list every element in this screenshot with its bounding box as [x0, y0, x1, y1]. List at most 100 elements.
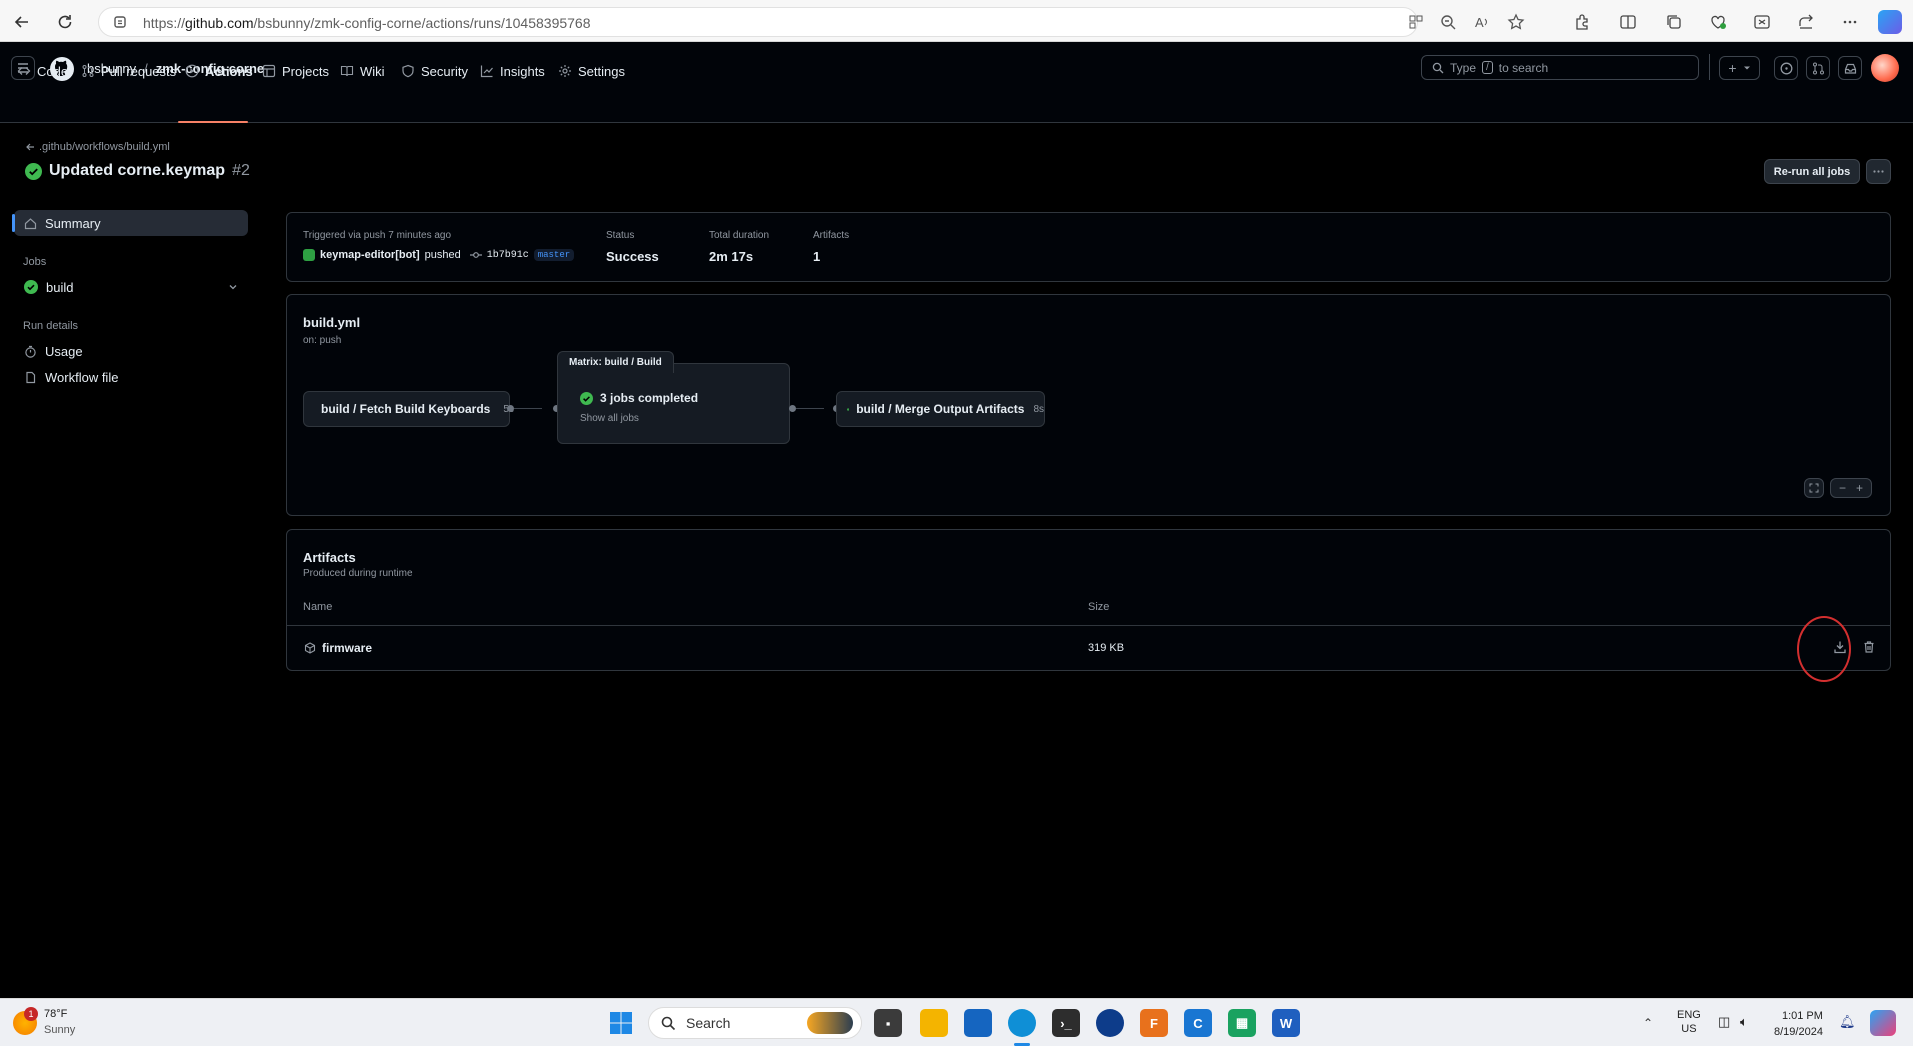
- package-icon: [304, 642, 316, 654]
- tab-wiki[interactable]: Wiki: [340, 62, 385, 80]
- pull-requests-header-icon[interactable]: [1806, 56, 1830, 80]
- browser-essentials-icon[interactable]: [1709, 13, 1727, 31]
- artifacts-subtitle: Produced during runtime: [303, 568, 413, 579]
- commit-icon: [469, 252, 482, 258]
- commit-sha[interactable]: 1b7b91c: [487, 250, 529, 261]
- inbox-icon[interactable]: [1838, 56, 1862, 80]
- sidebar-item-workflow-file[interactable]: Workflow file: [14, 364, 248, 390]
- tab-security[interactable]: Security: [401, 62, 468, 80]
- address-bar[interactable]: https://github.com/bsbunny/zmk-config-co…: [98, 7, 1525, 37]
- tab-pull-requests[interactable]: Pull requests: [81, 62, 176, 80]
- wifi-icon[interactable]: ◫: [1718, 1014, 1730, 1030]
- fullscreen-icon[interactable]: [1804, 478, 1824, 498]
- refresh-icon[interactable]: [52, 9, 78, 35]
- matrix-status[interactable]: 3 jobs completed: [580, 391, 698, 405]
- tab-security-label: Security: [421, 63, 468, 79]
- favorite-star-icon[interactable]: [1507, 13, 1525, 31]
- sidebar-item-usage[interactable]: Usage: [14, 338, 248, 364]
- tab-settings[interactable]: Settings: [558, 62, 625, 80]
- tab-actions-label: Actions: [205, 63, 253, 79]
- trash-icon[interactable]: [1862, 640, 1876, 654]
- sidebar-item-build[interactable]: build: [14, 274, 248, 300]
- zoom-in-icon[interactable]: +: [1856, 481, 1863, 495]
- status-label: Status: [606, 230, 635, 241]
- edge-browser-icon[interactable]: [1008, 1009, 1036, 1037]
- back-to-workflow-link[interactable]: .github/workflows/build.yml: [25, 141, 170, 153]
- microsoft-store-icon[interactable]: [964, 1009, 992, 1037]
- more-options-icon[interactable]: [1841, 13, 1859, 31]
- collections-icon[interactable]: [1665, 13, 1683, 31]
- artifact-name-link[interactable]: firmware: [322, 641, 372, 655]
- zoom-out-icon[interactable]: −: [1839, 481, 1846, 495]
- job-label: build / Fetch Build Keyboards: [321, 402, 491, 416]
- run-options-kebab-icon[interactable]: [1866, 159, 1891, 184]
- home-icon: [24, 217, 37, 229]
- terminal-icon[interactable]: ›_: [1052, 1009, 1080, 1037]
- tab-actions[interactable]: Actions: [185, 62, 253, 80]
- app-available-icon[interactable]: [1407, 13, 1425, 31]
- spreadsheet-app-icon[interactable]: ▦: [1228, 1009, 1256, 1037]
- run-title: Updated corne.keymap #2: [25, 162, 250, 180]
- word-icon[interactable]: W: [1272, 1009, 1300, 1037]
- zoom-icon[interactable]: [1439, 13, 1457, 31]
- back-icon[interactable]: [9, 9, 35, 35]
- split-screen-icon[interactable]: [1619, 13, 1637, 31]
- read-aloud-icon[interactable]: A: [1473, 13, 1491, 31]
- tray-chevron-up-icon[interactable]: ⌃: [1643, 1016, 1653, 1030]
- language-indicator[interactable]: ENG US: [1677, 1008, 1701, 1036]
- file-explorer-icon[interactable]: [920, 1009, 948, 1037]
- job-duration: 8s: [1033, 403, 1044, 415]
- copilot-icon[interactable]: [1878, 10, 1902, 34]
- sidebar-build-label: build: [46, 279, 74, 295]
- site-info-icon[interactable]: [113, 15, 127, 29]
- plus-icon: +: [1728, 60, 1737, 76]
- tab-insights[interactable]: Insights: [480, 62, 545, 80]
- show-all-jobs-link[interactable]: Show all jobs: [580, 413, 639, 424]
- branch-badge[interactable]: master: [533, 249, 575, 261]
- c-app-icon[interactable]: C: [1184, 1009, 1212, 1037]
- screenshot-icon[interactable]: [1753, 13, 1771, 31]
- header-divider: [1709, 54, 1710, 80]
- duration-label: Total duration: [709, 230, 770, 241]
- search-shortcut-key: /: [1482, 61, 1493, 74]
- notifications-bell-icon[interactable]: 🔔︎: [1839, 1014, 1856, 1030]
- shield-icon: [402, 64, 414, 78]
- clock[interactable]: 1:01 PM 8/19/2024: [1774, 1008, 1823, 1040]
- task-view-icon[interactable]: ▪: [874, 1009, 902, 1037]
- success-check-icon: [25, 162, 42, 180]
- browser-toolbar: https://github.com/bsbunny/zmk-config-co…: [0, 0, 1913, 42]
- start-windows-icon[interactable]: [610, 1012, 632, 1034]
- share-icon[interactable]: [1797, 13, 1815, 31]
- zoom-controls: − +: [1830, 478, 1872, 498]
- create-new-button[interactable]: +: [1719, 56, 1760, 80]
- rerun-all-jobs-button[interactable]: Re-run all jobs: [1764, 159, 1860, 184]
- table-row: firmware 319 KB: [287, 626, 1890, 671]
- copilot-taskbar-icon[interactable]: [1870, 1010, 1896, 1036]
- job-merge-output-artifacts[interactable]: build / Merge Output Artifacts 8s: [836, 391, 1045, 427]
- taskbar-search-label: Search: [686, 1015, 731, 1031]
- weather-temperature[interactable]: 78°F: [44, 1008, 67, 1020]
- book-icon: [340, 65, 354, 77]
- tab-projects[interactable]: Projects: [262, 62, 329, 80]
- sidebar-item-summary[interactable]: Summary: [12, 210, 248, 236]
- volume-icon[interactable]: 🔈︎: [1740, 1014, 1748, 1030]
- job-fetch-build-keyboards[interactable]: build / Fetch Build Keyboards 5s: [303, 391, 514, 427]
- tab-code[interactable]: Code: [17, 62, 68, 80]
- taskbar-search[interactable]: Search: [648, 1007, 862, 1039]
- run-details-heading: Run details: [23, 320, 79, 332]
- play-icon: [185, 64, 199, 78]
- sidebar-workflow-file-label: Workflow file: [45, 369, 119, 385]
- chevron-down-icon[interactable]: [228, 282, 238, 292]
- extensions-icon[interactable]: [1573, 13, 1591, 31]
- app-icon[interactable]: [1096, 1009, 1124, 1037]
- artifacts-count-value[interactable]: 1: [813, 249, 820, 264]
- sidebar-summary-label: Summary: [45, 215, 101, 231]
- issues-icon[interactable]: [1774, 56, 1798, 80]
- file-icon: [26, 371, 36, 383]
- column-header-size: Size: [1088, 601, 1110, 613]
- fcpx-app-icon[interactable]: F: [1140, 1009, 1168, 1037]
- user-avatar[interactable]: [1871, 54, 1899, 82]
- actor-link[interactable]: keymap-editor[bot]: [320, 249, 420, 261]
- workflow-graph-panel: build.yml on: push build / Fetch Build K…: [286, 294, 1891, 516]
- search-input[interactable]: Type / to search: [1421, 55, 1699, 80]
